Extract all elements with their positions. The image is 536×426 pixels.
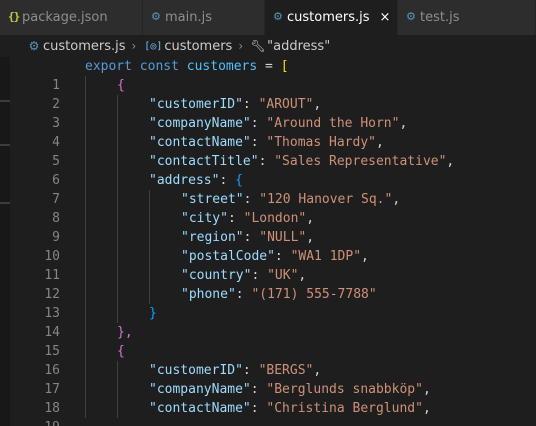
- code-line: 4 "companyName": "Around the Horn",: [10, 114, 536, 150]
- editor-tab-bar: {} package.json ⚙ main.js ⚙ customers.js…: [0, 0, 536, 35]
- chevron-right-icon: ›: [131, 39, 137, 53]
- code-line: 17 "customerID": "BERGS",: [10, 361, 536, 397]
- tab-test-js[interactable]: ⚙ test.js: [398, 0, 536, 35]
- breadcrumb-symbol-label: customers: [164, 38, 233, 54]
- tab-package-json[interactable]: {} package.json: [0, 0, 143, 35]
- code-line: 3 "customerID": "AROUT",: [10, 95, 536, 131]
- wrench-icon: 🔧︎: [250, 39, 266, 53]
- code-line: 10 "region": "NULL",: [10, 228, 536, 264]
- tab-customers-js[interactable]: ⚙ customers.js ×: [265, 0, 398, 35]
- breadcrumb-symbol[interactable]: [◎] customers: [142, 39, 232, 54]
- code-editor[interactable]: 1 export const customers = [ 2 { 3 "cust…: [10, 57, 536, 426]
- code-line: 19 "contactName": "Christina Berglund",: [10, 399, 536, 426]
- code-line: 1 export const customers = [: [10, 57, 536, 93]
- line-number: 19: [10, 418, 60, 426]
- code-line: 7 "address": {: [10, 171, 536, 207]
- variable-icon: [◎]: [144, 40, 163, 52]
- code-line: 15 },: [10, 323, 536, 359]
- chevron-right-icon: ›: [238, 39, 244, 53]
- tab-label: package.json: [22, 10, 108, 25]
- gear-icon: ⚙: [406, 10, 416, 23]
- gear-icon: ⚙: [28, 39, 40, 53]
- code-line: 8 "street": "120 Hanover Sq.",: [10, 190, 536, 226]
- close-icon[interactable]: ×: [380, 10, 391, 25]
- code-line: 5 "contactName": "Thomas Hardy",: [10, 133, 536, 169]
- code-line: 13 "phone": "(171) 555-7788": [10, 285, 536, 321]
- json-file-icon: {}: [8, 10, 20, 23]
- tab-label: test.js: [420, 10, 460, 25]
- code-line: 14 }: [10, 304, 536, 340]
- breadcrumb-file-label: customers.js: [43, 38, 126, 54]
- code-line: 2 {: [10, 76, 536, 112]
- tab-main-js[interactable]: ⚙ main.js: [143, 0, 265, 35]
- code-line: 16 {: [10, 342, 536, 378]
- code-line: 11 "postalCode": "WA1 1DP",: [10, 247, 536, 283]
- breadcrumb-property-label: "address": [267, 38, 331, 54]
- breadcrumb: ⚙ customers.js › [◎] customers › 🔧︎ "add…: [0, 35, 536, 57]
- code-line: 12 "country": "UK",: [10, 266, 536, 302]
- breadcrumb-property[interactable]: 🔧︎ "address": [249, 38, 331, 54]
- gear-icon: ⚙: [151, 10, 161, 23]
- gear-icon: ⚙: [273, 10, 283, 23]
- tab-label: customers.js: [287, 10, 370, 25]
- code-line: 9 "city": "London",: [10, 209, 536, 245]
- breadcrumb-file[interactable]: ⚙ customers.js: [0, 39, 126, 54]
- code-line: 6 "contactTitle": "Sales Representative"…: [10, 152, 536, 188]
- minimap-strip: [0, 57, 10, 426]
- code-line: 18 "companyName": "Berglunds snabbköp",: [10, 380, 536, 416]
- tab-label: main.js: [165, 10, 212, 25]
